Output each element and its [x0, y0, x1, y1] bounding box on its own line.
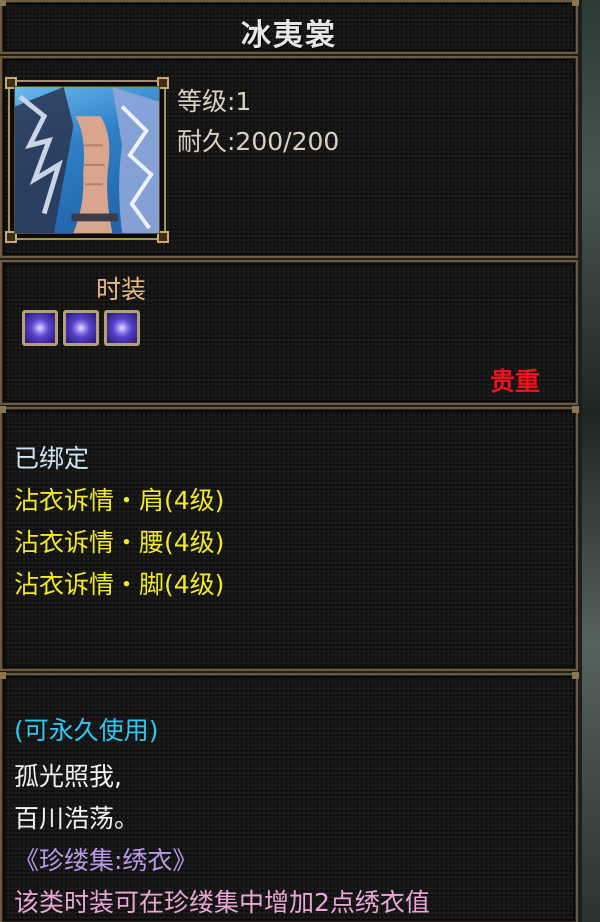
set-effect-item: 沾衣诉情・肩(4级): [14, 486, 225, 515]
item-info-panel: 等级:1 耐久:200/200: [0, 56, 578, 258]
item-name: 冰夷裳: [241, 18, 337, 53]
bind-set-panel: 已绑定 沾衣诉情・肩(4级) 沾衣诉情・腰(4级) 沾衣诉情・脚(4级): [0, 406, 579, 671]
usage-duration: (可永久使用): [14, 716, 159, 745]
item-level: 等级:1: [177, 87, 252, 116]
gem-slot[interactable]: [63, 310, 99, 346]
set-effect-item: 沾衣诉情・脚(4级): [14, 570, 225, 599]
gem-slots: [22, 310, 140, 346]
gem-slot[interactable]: [104, 310, 140, 346]
item-durability: 耐久:200/200: [177, 127, 340, 156]
background-scene: [582, 0, 600, 922]
rarity-label: 贵重: [489, 367, 540, 396]
fashion-costume-icon: [14, 86, 160, 234]
set-effect-item: 沾衣诉情・腰(4级): [14, 528, 225, 557]
collection-note: 该类时装可在珍缕集中增加2点绣衣值: [14, 888, 430, 917]
item-type-panel: 时装 贵重: [0, 260, 578, 405]
item-portrait-frame: [5, 77, 169, 243]
gem-slot[interactable]: [22, 310, 58, 346]
description-panel: (可永久使用) 孤光照我, 百川浩荡。 《珍缕集:绣衣》 该类时装可在珍缕集中增…: [0, 672, 579, 922]
flavor-text-line: 百川浩荡。: [14, 804, 140, 833]
item-type: 时装: [96, 275, 147, 304]
bind-status: 已绑定: [14, 444, 90, 473]
title-panel: 冰夷裳: [0, 0, 579, 54]
collection-source: 《珍缕集:绣衣》: [14, 846, 198, 875]
flavor-text-line: 孤光照我,: [14, 762, 122, 791]
